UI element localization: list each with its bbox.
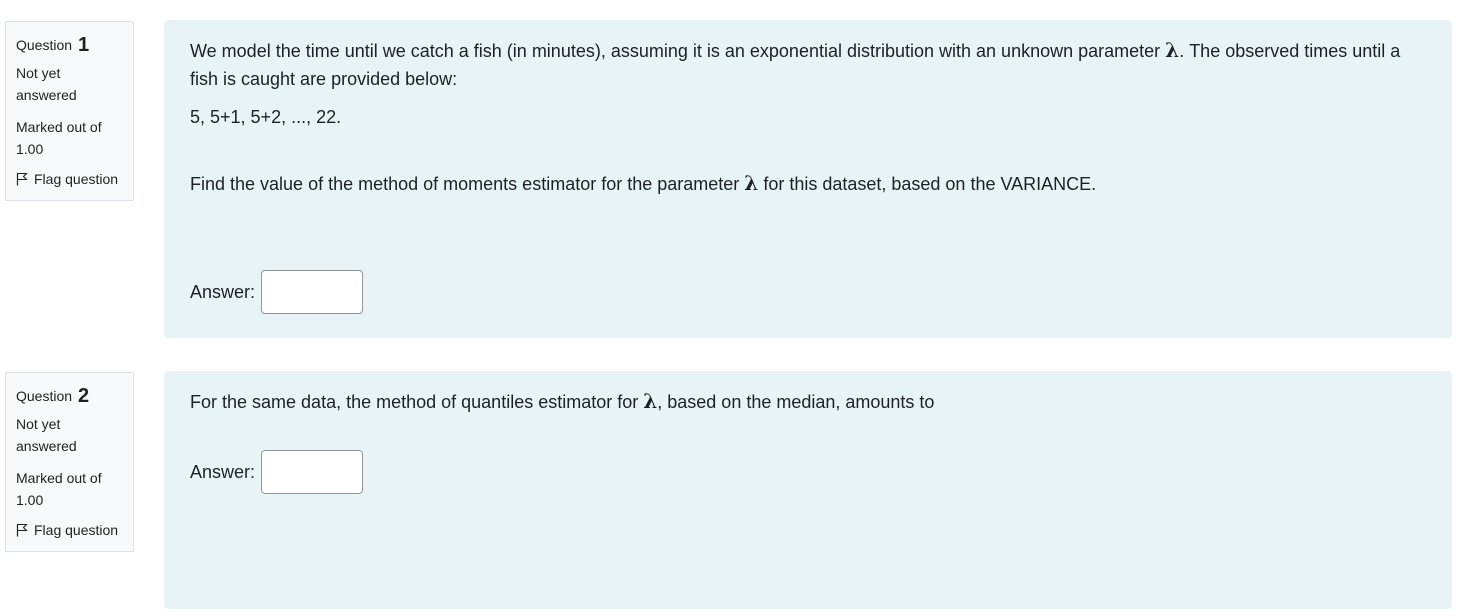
question-state: Not yet answered xyxy=(16,65,77,103)
lambda-symbol: λ xyxy=(1165,38,1180,62)
question-info: Question 1 Not yet answered Marked out o… xyxy=(5,21,134,201)
task-text-b: , based on the median, amounts to xyxy=(657,392,935,412)
question-content: For the same data, the method of quantil… xyxy=(164,371,1452,609)
answer-label: Answer: xyxy=(190,282,256,302)
question-info: Question 2 Not yet answered Marked out o… xyxy=(5,372,134,552)
answer-label: Answer: xyxy=(190,462,256,482)
question-grade: Marked out of 1.00 xyxy=(16,119,102,157)
question-number-value: 2 xyxy=(77,385,90,407)
flag-question-button[interactable]: Flag question xyxy=(16,519,123,541)
flag-question-label: Flag question xyxy=(34,171,119,187)
flag-question-button[interactable]: Flag question xyxy=(16,168,123,190)
flag-icon xyxy=(16,523,28,537)
question-content: We model the time until we catch a fish … xyxy=(164,20,1452,338)
question-number-value: 1 xyxy=(77,34,90,56)
task-text-a: For the same data, the method of quantil… xyxy=(190,392,644,412)
question-number: Question 1 xyxy=(16,32,123,58)
flag-question-label: Flag question xyxy=(34,522,119,538)
question-task: Find the value of the method of moments … xyxy=(190,169,1426,198)
lambda-symbol: λ xyxy=(744,171,759,195)
intro-text-a: We model the time until we catch a fish … xyxy=(190,41,1166,61)
answer-input[interactable] xyxy=(261,450,364,494)
question-label: Question xyxy=(16,37,73,53)
flag-icon xyxy=(16,172,28,186)
task-text-a: Find the value of the method of moments … xyxy=(190,174,745,194)
answer-row: Answer: xyxy=(190,450,1426,494)
lambda-symbol: λ xyxy=(643,389,658,413)
answer-input[interactable] xyxy=(261,270,364,314)
question-2: Question 2 Not yet answered Marked out o… xyxy=(0,371,1462,611)
data-line: 5, 5+1, 5+2, ..., 22. xyxy=(190,107,342,127)
question-state: Not yet answered xyxy=(16,416,77,454)
answer-row: Answer: xyxy=(190,270,1426,314)
question-task: For the same data, the method of quantil… xyxy=(190,387,1426,416)
question-grade: Marked out of 1.00 xyxy=(16,470,102,508)
question-number: Question 2 xyxy=(16,383,123,409)
task-text-b: for this dataset, based on the VARIANCE. xyxy=(758,174,1097,194)
question-intro: We model the time until we catch a fish … xyxy=(190,36,1426,93)
question-label: Question xyxy=(16,388,73,404)
question-1: Question 1 Not yet answered Marked out o… xyxy=(0,20,1462,340)
